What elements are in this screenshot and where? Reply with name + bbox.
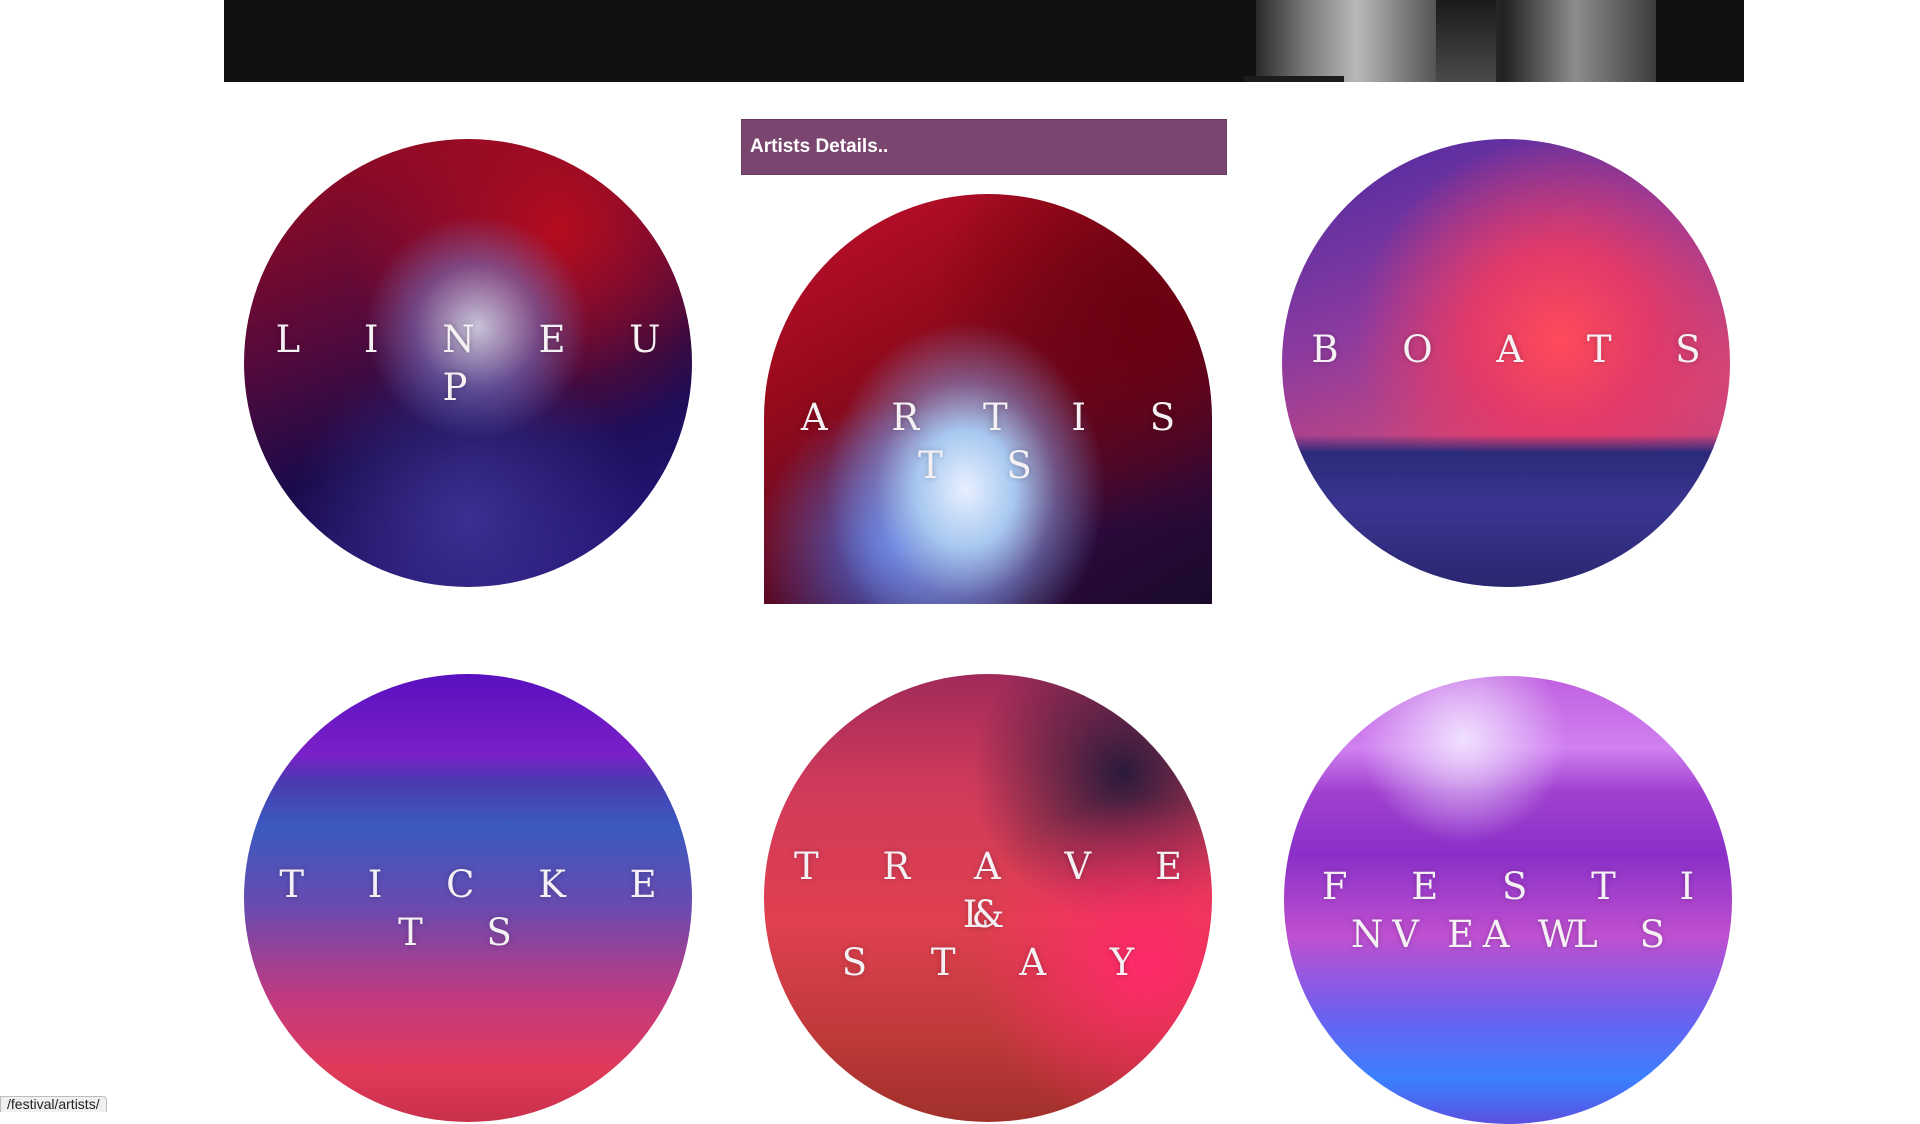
tile-travel-line2: & xyxy=(971,893,1031,936)
tile-lineup[interactable]: L I N E U P xyxy=(244,139,692,587)
tile-travel-stay[interactable]: T R A V E L & S T A Y xyxy=(764,674,1212,1122)
banner-photo-strip xyxy=(1244,76,1344,82)
banner-photo-detail xyxy=(1436,0,1496,82)
artists-tooltip: Artists Details.. xyxy=(741,119,1227,175)
tile-artists[interactable]: A R T I S T S xyxy=(764,194,1212,604)
tile-tickets[interactable]: T I C K E T S xyxy=(244,674,692,1122)
tile-artists-label: A R T I S T S xyxy=(800,396,1202,487)
tile-boats-label: B O A T S xyxy=(1311,328,1727,371)
tile-festival-news[interactable]: F E S T I V A L N E W S xyxy=(1284,676,1732,1124)
tile-boats[interactable]: B O A T S xyxy=(1282,139,1730,587)
status-bar-url: /festival/artists/ xyxy=(0,1096,107,1112)
tile-travel-line3: S T A Y xyxy=(841,941,1161,984)
header-banner xyxy=(224,0,1744,82)
tile-tickets-label: T I C K E T S xyxy=(279,863,683,954)
banner-photo xyxy=(1244,0,1656,82)
tile-lineup-label: L I N E U P xyxy=(275,318,687,409)
tile-news-line2: N E W S xyxy=(1350,913,1692,956)
